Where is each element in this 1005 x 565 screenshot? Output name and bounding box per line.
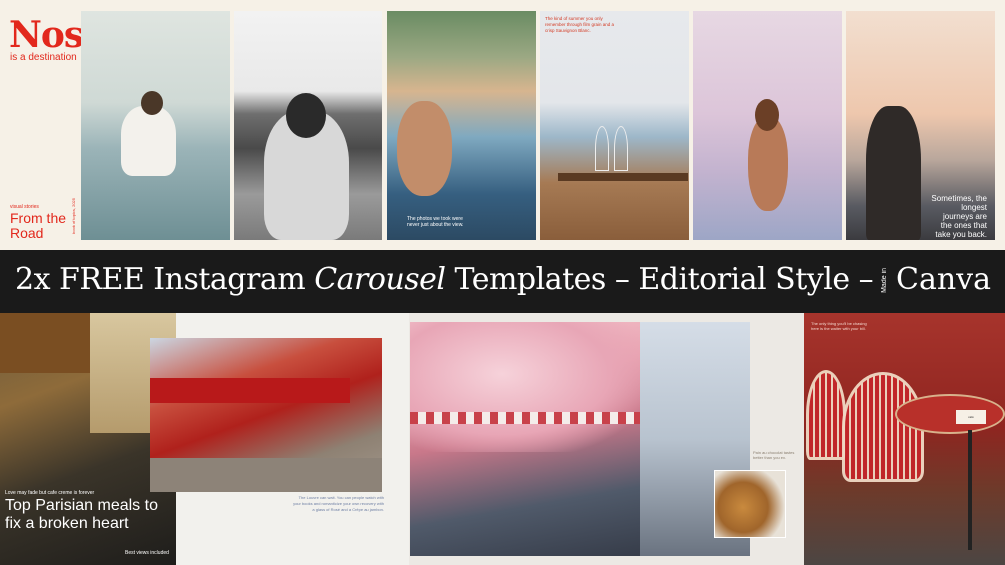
slide-kicker: Love may fade but cafe creme is forever [5,490,95,496]
sidewalk [150,458,382,492]
banner-trail: Templates – Editorial Style – [445,262,874,297]
from-the-road-heading: From the Road [10,210,67,241]
vertical-note: book of topics, 2025 [71,198,76,234]
figure-shape [121,106,176,176]
table-card: café [956,410,986,424]
slide-caption: The only thing you'll be chasing here is… [811,321,867,331]
figure-head [755,99,779,131]
headline-banner: 2x FREE Instagram Carousel Templates – E… [0,250,1005,313]
slide-title: Top Parisian meals to fix a broken heart [5,497,158,532]
photo-panel-bw-camera [234,11,382,240]
panel-caption: The photos we took were never just about… [407,216,464,228]
blossom-cluster [410,322,640,452]
canva-wordmark: Canva [896,262,991,297]
photo-panel-sea-wading [81,11,230,240]
figure-shape [866,106,921,240]
photo-panel-swimmer: The photos we took were never just about… [387,11,536,240]
striped-awning [410,412,650,424]
figure-shape [397,101,452,196]
made-in-label: Made in [881,268,888,293]
photo-panel-terrace-wine: The kind of summer you only remember thr… [540,11,689,240]
figure-head [286,93,326,138]
photo-panel-bather [693,11,842,240]
bistro-table [895,394,1005,434]
figure-head [141,91,163,115]
pastry-inset-photo [714,470,786,538]
red-cafe-photo [150,338,382,492]
banner-lead: 2x FREE Instagram [15,262,315,297]
photo-panel-sunset: Sometimes, the longest journeys are the … [846,11,995,240]
cover-panel: Nostalgia is a destination visual storie… [0,0,194,250]
slide-footnote: Best views included [125,550,169,556]
bistro-chair [806,370,846,460]
table-surface [558,173,688,181]
red-awning [150,378,350,403]
panel-caption: The kind of summer you only remember thr… [545,16,615,33]
table-stem [968,430,972,550]
panel-caption: Sometimes, the longest journeys are the … [931,194,987,239]
top-row: Nostalgia is a destination visual storie… [0,0,1005,250]
slide-caption: Pain au chocolat tastes better than you … [753,450,795,460]
slide-caption: The Louvre can wait. You can people watc… [293,495,384,512]
banner-italic: Carousel [314,262,446,297]
brand-subtitle: is a destination [10,52,77,63]
wine-glass [595,126,609,171]
banner-headline: 2x FREE Instagram Carousel Templates – E… [15,262,874,297]
wine-glass [614,126,628,171]
awning [0,313,90,373]
